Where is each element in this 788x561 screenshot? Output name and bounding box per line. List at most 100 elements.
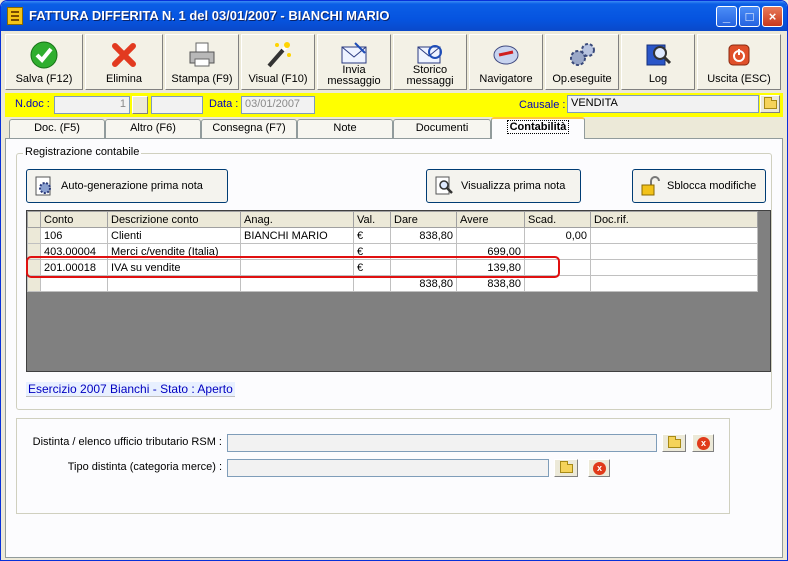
- print-label: Stampa (F9): [171, 73, 233, 85]
- tab-note[interactable]: Note: [297, 119, 393, 138]
- gear-doc-icon: [35, 176, 51, 196]
- cell-avere[interactable]: [456, 227, 525, 244]
- power-icon: [728, 44, 750, 66]
- col-docrif[interactable]: Doc.rif.: [590, 211, 758, 228]
- auto-generate-label: Auto-generazione prima nota: [61, 180, 203, 192]
- col-conto[interactable]: Conto: [40, 211, 108, 228]
- message-history-button[interactable]: Storico messaggi: [393, 34, 467, 90]
- tab-altro[interactable]: Altro (F6): [105, 119, 201, 138]
- cell-val[interactable]: €: [353, 227, 391, 244]
- unlock-label: Sblocca modifiche: [667, 180, 757, 192]
- col-dare[interactable]: Dare: [390, 211, 457, 228]
- operations-label: Op.eseguite: [552, 73, 612, 85]
- col-descrizione[interactable]: Descrizione conto: [107, 211, 241, 228]
- cell-docrif[interactable]: [590, 243, 758, 260]
- cell-anag[interactable]: BIANCHI MARIO: [240, 227, 354, 244]
- distinta-section: Distinta / elenco ufficio tributario RSM…: [16, 418, 730, 514]
- col-avere[interactable]: Avere: [456, 211, 525, 228]
- view-prima-nota-button[interactable]: Visualizza prima nota: [426, 169, 581, 203]
- operations-button[interactable]: Op.eseguite: [545, 34, 619, 90]
- save-label: Salva (F12): [15, 73, 73, 85]
- folder-icon: [560, 461, 573, 473]
- ndoc-field[interactable]: 1: [54, 96, 130, 114]
- invoice-window: FATTURA DIFFERITA N. 1 del 03/01/2007 - …: [0, 0, 788, 561]
- delete-label: Elimina: [105, 73, 143, 85]
- ndoc-spin-button[interactable]: [132, 96, 148, 114]
- cell-descrizione[interactable]: Clienti: [107, 227, 241, 244]
- visual-label: Visual (F10): [248, 73, 308, 85]
- cell-docrif[interactable]: [590, 259, 758, 276]
- cell-scad[interactable]: 0,00: [524, 227, 591, 244]
- accounting-grid[interactable]: Conto Descrizione conto Anag. Val. Dare …: [26, 210, 771, 372]
- accounting-table: Conto Descrizione conto Anag. Val. Dare …: [27, 211, 758, 292]
- send-label-2: messaggio: [327, 75, 381, 87]
- printer-icon: [189, 42, 215, 67]
- tipo-distinta-clear-button[interactable]: x: [588, 459, 610, 477]
- tab-documenti[interactable]: Documenti: [393, 119, 491, 138]
- cell-dare[interactable]: 838,80: [390, 227, 457, 244]
- history-label-2: messaggi: [406, 75, 454, 87]
- magnifier-book-icon: [646, 44, 672, 66]
- causale-folder-button[interactable]: [760, 95, 780, 113]
- distinta-clear-button[interactable]: x: [692, 434, 714, 452]
- table-row[interactable]: 106 Clienti BIANCHI MARIO € 838,80 0,00: [27, 227, 758, 244]
- tab-consegna[interactable]: Consegna (F7): [201, 119, 297, 138]
- unlock-button[interactable]: Sblocca modifiche: [632, 169, 766, 203]
- document-bar: N.doc : 1 Data : 03/01/2007 Causale : VE…: [5, 93, 783, 117]
- tab-contabilita-label: Contabilità: [506, 120, 570, 134]
- check-icon: [30, 41, 58, 69]
- navigator-button[interactable]: Navigatore: [469, 34, 543, 90]
- cell-conto[interactable]: 106: [40, 227, 108, 244]
- close-button[interactable]: ×: [762, 6, 783, 27]
- folder-icon: [764, 97, 777, 109]
- col-scad[interactable]: Scad.: [524, 211, 591, 228]
- send-message-button[interactable]: Invia messaggio: [317, 34, 391, 90]
- ndoc-label: N.doc :: [15, 98, 50, 110]
- minimize-button[interactable]: _: [716, 6, 737, 27]
- tipo-distinta-field[interactable]: [227, 459, 549, 477]
- tab-contabilita[interactable]: Contabilità: [491, 117, 585, 139]
- x-icon: [112, 43, 136, 67]
- toolbar: Salva (F12) Elimina Stampa (F9) Visual (…: [5, 34, 783, 90]
- row-highlight-annotation: [26, 256, 560, 278]
- series-select[interactable]: [151, 96, 203, 114]
- date-field[interactable]: 03/01/2007: [241, 96, 315, 114]
- row-selector-header: [27, 211, 41, 228]
- exit-button[interactable]: Uscita (ESC): [697, 34, 781, 90]
- magnifier-doc-icon: [435, 176, 453, 195]
- app-icon: [7, 7, 23, 25]
- delete-button[interactable]: Elimina: [85, 34, 163, 90]
- tipo-distinta-folder-button[interactable]: [554, 459, 578, 477]
- visual-button[interactable]: Visual (F10): [241, 34, 315, 90]
- tab-doc[interactable]: Doc. (F5): [9, 119, 105, 138]
- group-title: Registrazione contabile: [23, 146, 142, 158]
- title-bar[interactable]: FATTURA DIFFERITA N. 1 del 03/01/2007 - …: [1, 1, 787, 31]
- log-button[interactable]: Log: [621, 34, 695, 90]
- save-button[interactable]: Salva (F12): [5, 34, 83, 90]
- cell-docrif[interactable]: [590, 227, 758, 244]
- magic-wand-icon: [267, 42, 291, 68]
- maximize-button[interactable]: □: [739, 6, 760, 27]
- grid-header-row: Conto Descrizione conto Anag. Val. Dare …: [27, 211, 758, 228]
- row-selector[interactable]: [27, 227, 41, 244]
- distinta-label: Distinta / elenco ufficio tributario RSM…: [32, 436, 222, 448]
- distinta-folder-button[interactable]: [662, 434, 686, 452]
- col-anag[interactable]: Anag.: [240, 211, 354, 228]
- col-val[interactable]: Val.: [353, 211, 391, 228]
- compass-icon: [493, 45, 519, 65]
- cell-docrif: [590, 275, 758, 292]
- gears-icon: [570, 43, 595, 66]
- causale-field[interactable]: VENDITA: [567, 95, 759, 113]
- contabilita-page: Registrazione contabile Auto-generazione…: [5, 138, 783, 558]
- esercizio-status: Esercizio 2007 Bianchi - Stato : Aperto: [26, 382, 235, 397]
- navigator-label: Navigatore: [479, 73, 533, 85]
- delete-icon: x: [697, 437, 710, 450]
- print-button[interactable]: Stampa (F9): [165, 34, 239, 90]
- window-title: FATTURA DIFFERITA N. 1 del 03/01/2007 - …: [29, 8, 390, 23]
- log-label: Log: [648, 73, 668, 85]
- tipo-distinta-label: Tipo distinta (categoria merce) :: [67, 461, 222, 473]
- exit-label: Uscita (ESC): [707, 73, 771, 85]
- padlock-icon: [641, 176, 660, 196]
- auto-generate-button[interactable]: Auto-generazione prima nota: [26, 169, 228, 203]
- distinta-field[interactable]: [227, 434, 657, 452]
